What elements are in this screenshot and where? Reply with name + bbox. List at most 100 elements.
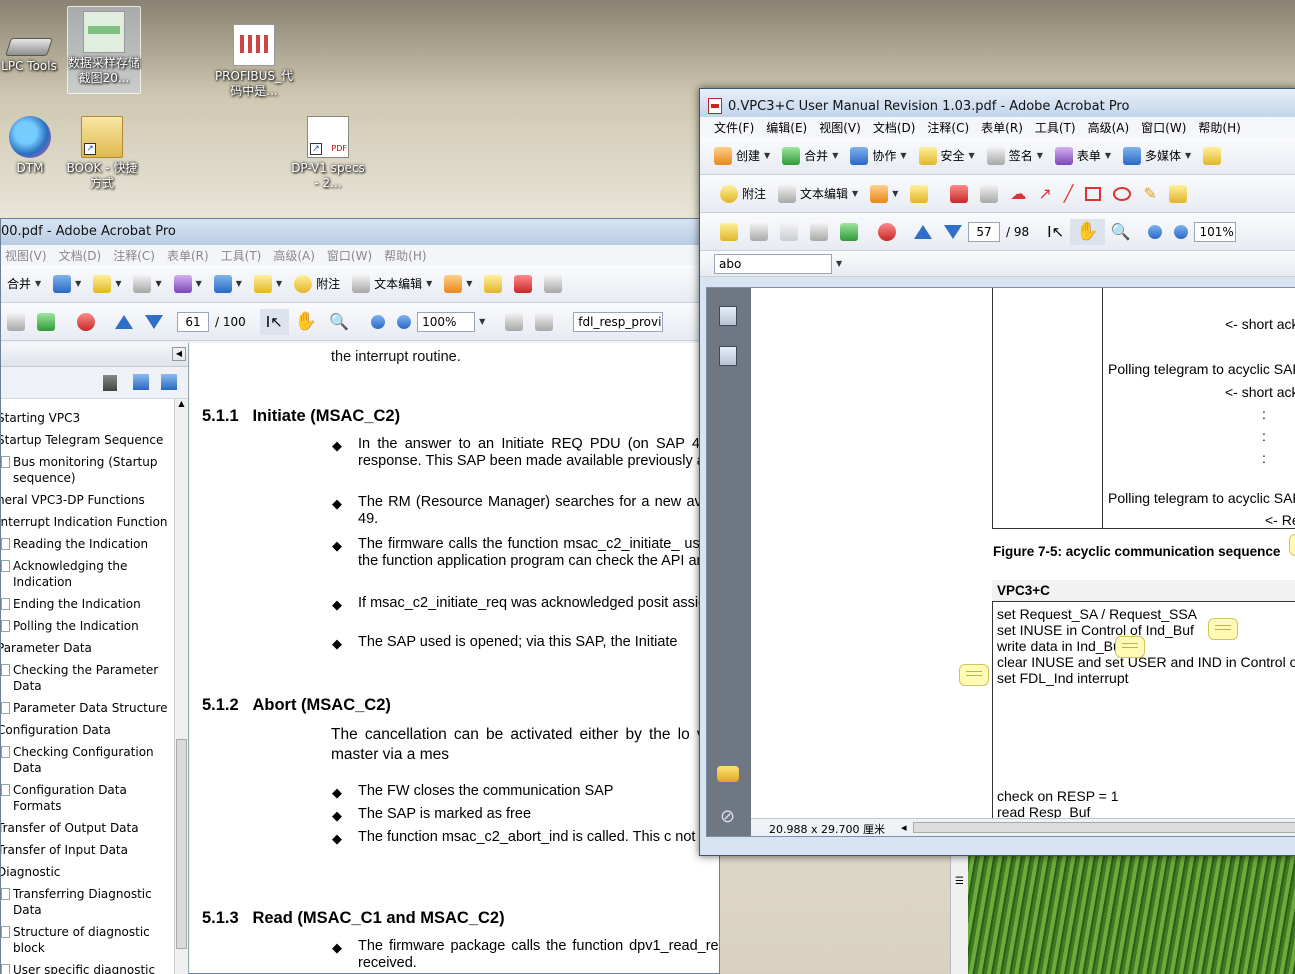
menu-help[interactable]: 帮助(H) (384, 249, 426, 263)
arrow-button[interactable]: ↗ (1032, 181, 1057, 207)
zoom-input[interactable]: 100% (417, 311, 476, 332)
open-button[interactable] (714, 219, 744, 245)
bookmark-item[interactable]: Ending the Indication (1, 593, 174, 615)
search-input[interactable]: abo (714, 253, 832, 274)
comment-button[interactable]: ▼ (248, 271, 288, 297)
comment-note-icon[interactable] (1208, 618, 1238, 640)
menu-view[interactable]: 视图(V) (819, 121, 861, 135)
find-button[interactable] (872, 219, 902, 245)
sticky-note-button[interactable]: 附注 (288, 271, 346, 297)
bookmark-item[interactable]: Bus monitoring (Startup sequence) (1, 451, 174, 489)
previous-page-button[interactable] (109, 309, 139, 335)
bookmark-options-icon[interactable] (161, 374, 177, 390)
text-edit-button[interactable]: 文本编辑 ▼ (772, 181, 864, 207)
zoom-in-button[interactable] (1168, 219, 1194, 245)
bookmark-item[interactable]: neral VPC3-DP Functions (1, 489, 174, 511)
find-button[interactable] (71, 309, 101, 335)
page-number-input[interactable]: 61 (177, 311, 209, 332)
print-button[interactable] (744, 219, 774, 245)
hand-tool-button[interactable]: ✋ (1070, 218, 1105, 245)
bookmark-item[interactable]: Transfer of Input Data (1, 839, 174, 861)
window-title-bar[interactable]: 0.VPC3+C User Manual Revision 1.03.pdf -… (700, 89, 1295, 117)
collaborate-button[interactable]: 协作 ▼ (844, 143, 912, 169)
attachments-panel-icon[interactable]: ⊘ (720, 806, 735, 827)
create-button[interactable]: 创建 ▼ (708, 143, 776, 169)
web-button[interactable] (31, 309, 61, 335)
zoom-out-button[interactable] (1142, 219, 1168, 245)
list-button[interactable] (538, 271, 568, 297)
fit-width-button[interactable] (499, 309, 529, 335)
desktop-icon-data-capture[interactable]: 数据采样存储 截图20... (67, 6, 141, 94)
desktop-icon-lpc-tools[interactable]: LPC Tools (0, 20, 68, 74)
bookmark-item[interactable]: Reading the Indication (1, 533, 174, 555)
comment-note-icon[interactable] (959, 664, 989, 686)
menu-comments[interactable]: 注释(C) (113, 249, 155, 263)
menu-help[interactable]: 帮助(H) (1198, 121, 1240, 135)
select-tool-button[interactable]: I↖ (1041, 219, 1070, 245)
zoom-tool-button[interactable]: 🔍 (1105, 219, 1137, 245)
desktop-icon-dtm[interactable]: DTM (0, 112, 68, 176)
pencil-button[interactable]: ✎ (1137, 181, 1162, 207)
zoom-tool-button[interactable]: 🔍 (323, 309, 355, 335)
next-page-button[interactable] (938, 219, 968, 245)
bookmark-item[interactable]: Checking Configuration Data (1, 741, 174, 779)
menu-tools[interactable]: 工具(T) (221, 249, 262, 263)
merge-button[interactable]: 合并 ▼ (776, 143, 844, 169)
bookmark-item[interactable]: Parameter Data (1, 637, 174, 659)
hand-tool-button[interactable]: ✋ (289, 309, 323, 335)
multimedia-button[interactable]: ▼ (208, 271, 248, 297)
horizontal-scrollbar[interactable] (913, 822, 1295, 833)
web-button[interactable] (834, 219, 864, 245)
acrobat-window-active[interactable]: 0.VPC3+C User Manual Revision 1.03.pdf -… (699, 88, 1295, 856)
select-tool-button[interactable]: I↖ (259, 308, 289, 335)
menu-forms[interactable]: 表单(R) (981, 121, 1023, 135)
sign-button[interactable]: 签名 ▼ (981, 143, 1049, 169)
list-button[interactable] (974, 181, 1004, 207)
text-edit-button[interactable]: 文本编辑 ▼ (346, 271, 438, 297)
email-button[interactable] (804, 219, 834, 245)
next-page-button[interactable] (139, 309, 169, 335)
highlight-button[interactable] (904, 181, 934, 207)
secure-button[interactable]: ▼ (87, 271, 127, 297)
scroll-left-icon[interactable]: ◂ (901, 821, 907, 834)
desktop-icon-book-shortcut[interactable]: ↗ BOOK - 快捷方式 (64, 112, 140, 191)
sticky-note-button[interactable]: 附注 (714, 181, 772, 207)
line-button[interactable]: ╱ (1058, 181, 1080, 207)
scrollbar-thumb[interactable] (176, 739, 187, 949)
zoom-input[interactable]: 101% (1194, 221, 1237, 242)
pdf-page[interactable]: <- short ack Polling telegram to acyclic… (751, 288, 1295, 818)
desktop-icon-dpv1-specs[interactable]: ↗ DP-V1 specs - 2... (290, 112, 366, 191)
bookmark-item[interactable]: Transfer of Output Data (1, 817, 174, 839)
acrobat-window-background[interactable]: 00.pdf - Adobe Acrobat Pro 视图(V) 文档(D) 注释(… (0, 218, 720, 974)
delete-bookmark-icon[interactable] (103, 375, 117, 391)
bookmark-item[interactable]: Starting VPC3 (1, 407, 174, 429)
menu-advanced[interactable]: 高级(A) (1088, 121, 1130, 135)
save-button[interactable] (774, 219, 804, 245)
bookmark-item[interactable]: Structure of diagnostic block (1, 921, 174, 959)
note-button[interactable] (1163, 181, 1193, 207)
menu-advanced[interactable]: 高级(A) (273, 249, 315, 263)
merge-button[interactable]: 合并 ▼ (1, 271, 47, 297)
comment-note-icon[interactable] (1115, 636, 1145, 658)
bookmark-item[interactable]: User specific diagnostic (1, 959, 174, 974)
markup-button[interactable] (508, 271, 538, 297)
bookmark-item[interactable]: Transferring Diagnostic Data (1, 883, 174, 921)
desktop-icon-profibus[interactable]: PROFIBUS_代码中是... (214, 20, 294, 99)
collaborate-button[interactable]: ▼ (47, 271, 87, 297)
stamp-button[interactable]: ▼ (438, 271, 478, 297)
menu-forms[interactable]: 表单(R) (167, 249, 209, 263)
menu-document[interactable]: 文档(D) (873, 121, 916, 135)
document-view[interactable]: the interrupt routine. 5.1.1 Initiate (M… (190, 343, 719, 973)
comment-note-icon[interactable] (1289, 534, 1295, 556)
menu-tools[interactable]: 工具(T) (1035, 121, 1076, 135)
menu-view[interactable]: 视图(V) (5, 249, 47, 263)
bookmarks-panel-icon[interactable] (719, 346, 737, 366)
forms-button[interactable]: ▼ (168, 271, 208, 297)
sign-button[interactable]: ▼ (127, 271, 167, 297)
zoom-in-button[interactable] (391, 309, 417, 335)
bookmark-item[interactable]: Configuration Data (1, 719, 174, 741)
bookmark-item[interactable]: Checking the Parameter Data (1, 659, 174, 697)
scroll-up-icon[interactable]: ▲ (175, 399, 188, 408)
bookmark-item[interactable]: Configuration Data Formats (1, 779, 174, 817)
menu-window[interactable]: 窗口(W) (1141, 121, 1186, 135)
